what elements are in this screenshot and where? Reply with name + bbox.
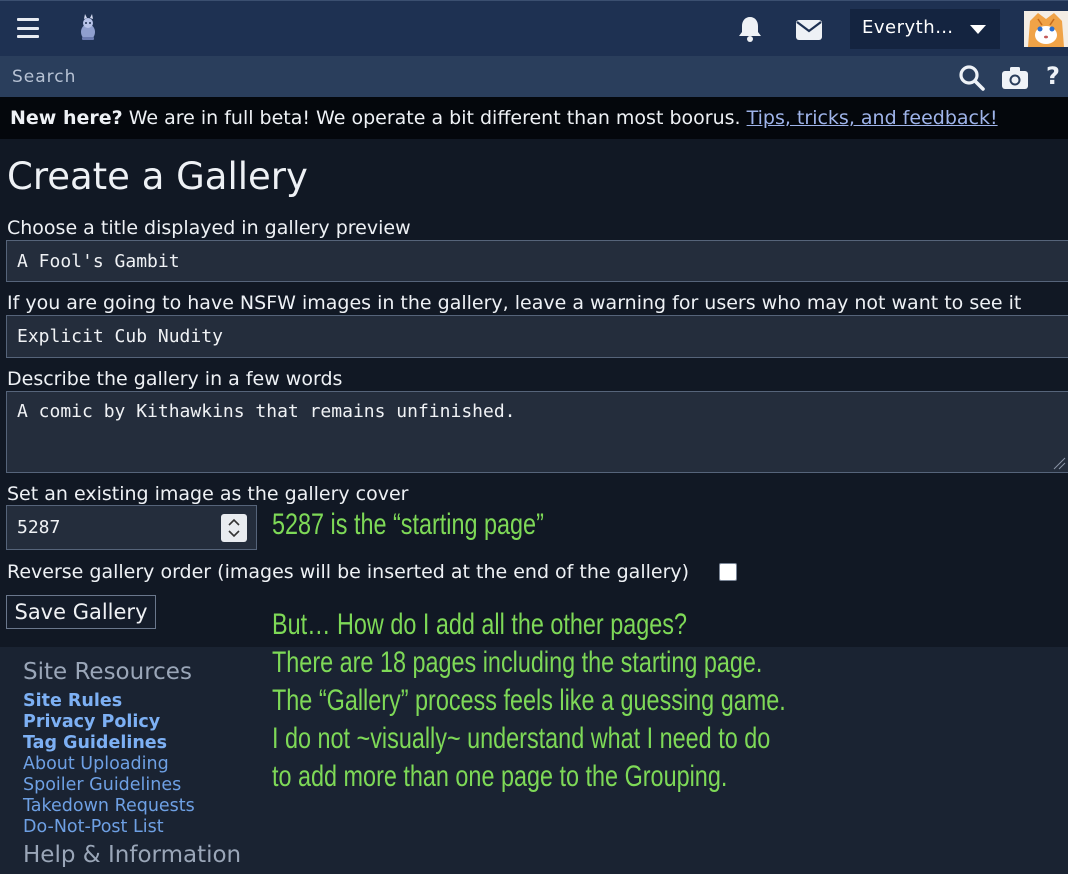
beta-notice-banner: New here? We are in full beta! We operat… <box>0 97 1068 139</box>
site-resources-heading: Site Resources <box>23 659 192 685</box>
save-gallery-button[interactable]: Save Gallery <box>6 595 156 629</box>
help-icon[interactable]: ? <box>1046 62 1060 90</box>
annotation-line-4: The “Gallery” process feels like a guess… <box>272 684 786 717</box>
feedback-link[interactable]: Tips, tricks, and feedback! <box>747 107 998 129</box>
camera-icon[interactable] <box>1001 66 1029 90</box>
description-label: Describe the gallery in a few words <box>7 368 343 390</box>
footer-link-do-not-post-list[interactable]: Do-Not-Post List <box>23 817 164 837</box>
footer-link-site-rules[interactable]: Site Rules <box>23 691 122 711</box>
annotation-starting-page: 5287 is the “starting page” <box>272 508 544 541</box>
search-input[interactable] <box>0 56 940 97</box>
cover-image-value: 5287 <box>17 517 61 538</box>
site-logo-icon[interactable] <box>74 13 102 43</box>
annotation-line-3: There are 18 pages including the startin… <box>272 646 763 679</box>
cover-label: Set an existing image as the gallery cov… <box>7 483 409 505</box>
title-label: Choose a title displayed in gallery prev… <box>7 217 411 239</box>
footer-link-tag-guidelines[interactable]: Tag Guidelines <box>23 733 167 753</box>
annotation-line-6: to add more than one page to the Groupin… <box>272 760 728 793</box>
gallery-description-textarea[interactable]: A comic by Kithawkins that remains unfin… <box>6 391 1068 473</box>
number-spinner[interactable] <box>221 514 247 542</box>
gallery-title-input[interactable] <box>6 240 1068 282</box>
chevron-down-icon <box>970 25 986 34</box>
notifications-bell-icon[interactable] <box>737 15 763 43</box>
search-icon[interactable] <box>958 64 986 92</box>
page-title: Create a Gallery <box>7 155 308 198</box>
footer-link-about-uploading[interactable]: About Uploading <box>23 754 169 774</box>
resize-grip-icon[interactable] <box>1052 456 1066 470</box>
annotation-line-2: But… How do I add all the other pages? <box>272 608 687 641</box>
messages-envelope-icon[interactable] <box>795 19 823 41</box>
help-information-heading: Help & Information <box>23 842 242 868</box>
user-avatar[interactable] <box>1024 11 1068 47</box>
nsfw-warning-input[interactable] <box>6 315 1068 358</box>
annotation-line-5: I do not ~visually~ understand what I ne… <box>272 722 771 755</box>
warning-label: If you are going to have NSFW images in … <box>7 292 1022 314</box>
footer-link-spoiler-guidelines[interactable]: Spoiler Guidelines <box>23 775 181 795</box>
top-navbar: Everyth… <box>0 0 1068 56</box>
search-bar: ? <box>0 56 1068 97</box>
notice-text: We are in full beta! We operate a bit di… <box>122 107 747 129</box>
content-filter-dropdown[interactable]: Everyth… <box>850 9 1000 49</box>
reverse-order-label: Reverse gallery order (images will be in… <box>7 561 690 583</box>
filter-label: Everyth… <box>862 17 954 38</box>
cover-image-number-input[interactable]: 5287 <box>6 505 257 550</box>
footer-link-privacy-policy[interactable]: Privacy Policy <box>23 712 160 732</box>
menu-icon[interactable] <box>17 18 39 38</box>
notice-lead: New here? <box>10 107 123 129</box>
reverse-order-checkbox[interactable] <box>719 563 737 581</box>
footer-link-takedown-requests[interactable]: Takedown Requests <box>23 796 195 816</box>
spinner-arrows-icon[interactable] <box>221 514 247 542</box>
